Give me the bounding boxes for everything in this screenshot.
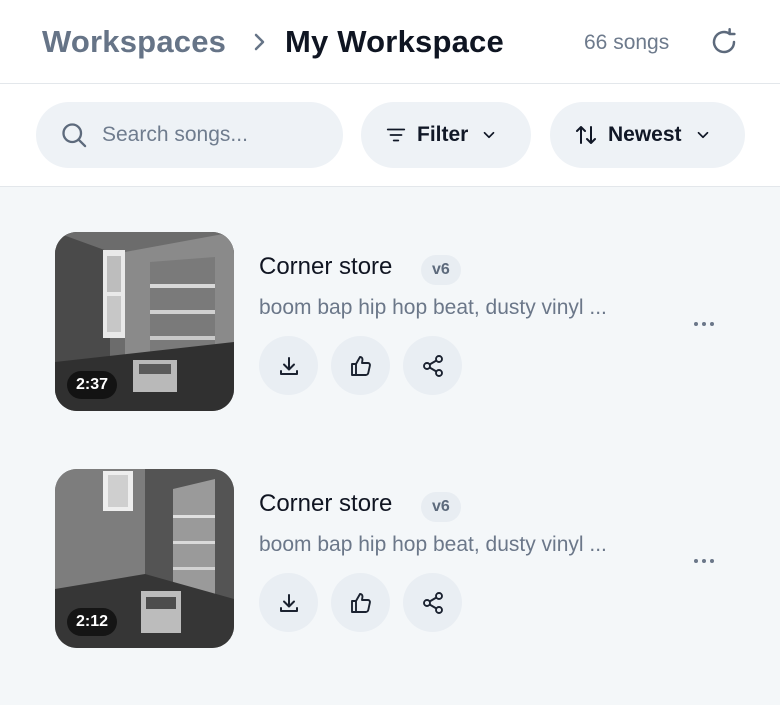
download-icon <box>279 356 298 375</box>
song-row[interactable]: 2:37 Corner store v6 boom bap hip hop be… <box>0 232 780 412</box>
sort-icon <box>576 126 596 144</box>
chevron-down-icon <box>480 126 498 144</box>
song-cover[interactable]: 2:12 <box>55 469 234 648</box>
thumbs-up-icon <box>350 355 371 376</box>
share-icon <box>422 591 443 614</box>
song-row[interactable]: 2:12 Corner store v6 boom bap hip hop be… <box>0 469 780 649</box>
more-horizontal-icon <box>694 559 714 563</box>
header: Workspaces My Workspace 66 songs <box>0 0 780 84</box>
page-title: My Workspace <box>285 24 504 59</box>
refresh-icon <box>712 28 736 54</box>
search-box[interactable] <box>36 102 343 168</box>
sort-button[interactable]: Newest <box>550 102 745 168</box>
download-icon <box>279 593 298 612</box>
thumbs-up-icon <box>350 592 371 613</box>
song-count: 66 songs <box>584 31 670 54</box>
version-badge: v6 <box>421 255 461 285</box>
song-title[interactable]: Corner store <box>259 490 392 518</box>
like-button[interactable] <box>331 336 390 395</box>
filter-button[interactable]: Filter <box>361 102 531 168</box>
more-options-button[interactable] <box>684 541 724 581</box>
share-button[interactable] <box>403 336 462 395</box>
chevron-right-icon <box>250 29 270 55</box>
song-cover[interactable]: 2:37 <box>55 232 234 411</box>
refresh-button[interactable] <box>706 24 742 60</box>
sort-label: Newest <box>608 123 682 146</box>
breadcrumb-workspaces[interactable]: Workspaces <box>42 24 226 60</box>
search-icon <box>62 123 87 148</box>
download-button[interactable] <box>259 573 318 632</box>
song-description: boom bap hip hop beat, dusty vinyl ... <box>259 296 607 319</box>
filter-label: Filter <box>417 123 469 146</box>
duration-badge: 2:37 <box>67 371 118 399</box>
song-description: boom bap hip hop beat, dusty vinyl ... <box>259 533 607 556</box>
version-badge: v6 <box>421 492 461 522</box>
download-button[interactable] <box>259 336 318 395</box>
like-button[interactable] <box>331 573 390 632</box>
share-icon <box>422 354 443 377</box>
toolbar: Filter Newest <box>0 84 780 187</box>
more-horizontal-icon <box>694 322 714 326</box>
chevron-down-icon <box>694 126 712 144</box>
song-title[interactable]: Corner store <box>259 253 392 281</box>
duration-badge: 2:12 <box>67 608 118 636</box>
filter-icon <box>386 128 406 142</box>
more-options-button[interactable] <box>684 304 724 344</box>
share-button[interactable] <box>403 573 462 632</box>
search-input[interactable] <box>102 123 322 147</box>
